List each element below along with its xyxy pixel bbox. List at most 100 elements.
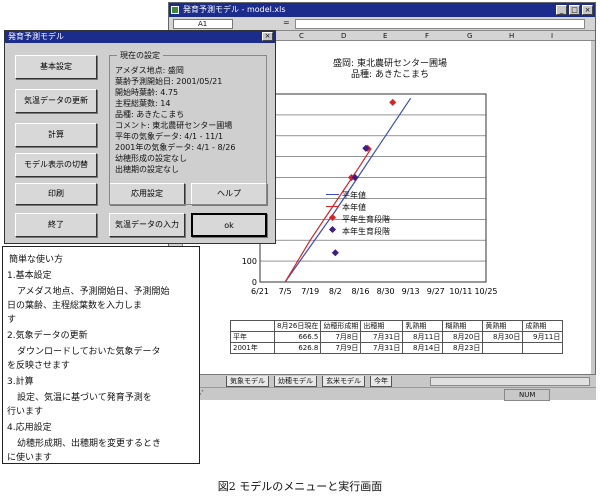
table-cell[interactable]: 7月9日 [320,342,362,354]
tab-this-year[interactable]: 今年 [370,376,392,387]
close-icon[interactable]: × [582,5,593,15]
table-cell[interactable]: 626.8 [273,342,322,354]
input-weather-button[interactable]: 気温データの入力 [109,213,185,237]
setting-start-date: 葉齢予測開始日: 2001/05/21 [115,77,223,86]
x-tick-label: 8/16 [351,287,369,296]
y-tick-label: 0 [252,278,257,287]
maximize-icon[interactable]: □ [569,5,580,15]
calculate-button[interactable]: 計算 [15,123,97,147]
table-header[interactable]: 糊熟期 [442,320,484,332]
name-box[interactable]: A1 [173,19,233,29]
table-header[interactable]: 乳熟期 [402,320,444,332]
table-header[interactable]: 幼穂形成期 [320,320,362,332]
legend-normal: 平年値 [342,191,366,200]
column-f[interactable]: F [425,31,429,41]
table-cell[interactable]: 7月8日 [320,331,362,343]
setting-variety: 品種: あきたこまち [115,110,185,119]
setting-comment: コメント: 東北農研センター圃場 [115,121,233,130]
table-row: 平年 666.5 7月8日 7月31日 8月11日 8月20日 8月30日 9月… [230,331,564,343]
model-dialog: 発育予測モデル × 基本設定 気温データの更新 計算 モデル表示の切替 印刷 応… [4,30,276,244]
column-i[interactable]: I [551,31,553,41]
table-cell[interactable]: 7月31日 [360,331,404,343]
x-tick-label: 7/19 [301,287,319,296]
help-line: ダウンロードしておいた気象データ [17,347,161,357]
help-line: す [7,315,17,325]
column-c[interactable]: C [299,31,304,41]
x-tick-label: 7/5 [279,287,292,296]
table-row: 8月26日現在 幼穂形成期 出穂期 乳熟期 糊熟期 黄熟期 成熟期 [230,320,564,332]
sheet-tabs: 気象モデル 幼穂モデル 玄米モデル 今年 [168,374,596,387]
table-header[interactable]: 出穂期 [360,320,404,332]
help-section-title: 2.気象データの更新 [7,331,88,341]
exit-button[interactable]: 終了 [15,213,97,237]
table-cell[interactable]: 8月11日 [402,331,444,343]
dialog-close-icon[interactable]: × [262,32,273,41]
help-line: に使います [7,453,53,463]
table-cell[interactable]: 8月30日 [482,331,524,343]
column-h[interactable]: H [509,31,514,41]
legend-marker-normal [328,213,337,222]
minimize-icon[interactable]: _ [556,5,567,15]
column-d[interactable]: D [341,31,346,41]
excel-title: 発育予測モデル - model.xls [183,5,286,14]
x-tick-label: 10/11 [449,287,472,296]
tab-rice-model[interactable]: 玄米モデル [322,376,365,387]
help-line: 日の葉齢、主程総葉数を入力しま [7,301,143,311]
table-header[interactable]: 成熟期 [522,320,564,332]
table-cell[interactable]: 666.5 [273,331,322,343]
chart-subtitle: 品種: あきたこまち [351,70,429,80]
formula-bar: A1 = [169,17,595,31]
usage-help-box: 簡単な使い方 1.基本設定 アメダス地点、予測開始日、予測開始 日の葉齢、主程総… [2,246,200,464]
table-cell[interactable] [482,342,524,354]
help-line: 行います [7,407,44,417]
table-cell[interactable]: 9月11日 [522,331,564,343]
legend-line-normal [326,194,339,195]
column-g[interactable]: G [467,31,472,41]
x-tick-label: 6/21 [251,287,269,296]
table-cell[interactable] [522,342,564,354]
table-header[interactable]: 8月26日現在 [273,320,322,332]
formula-input[interactable] [295,19,585,29]
horizontal-scrollbar[interactable] [430,377,590,386]
help-section-title: 1.基本設定 [7,271,52,281]
column-e[interactable]: E [383,31,387,41]
table-cell[interactable]: 8月20日 [442,331,484,343]
table-cell[interactable]: 8月23日 [442,342,484,354]
toggle-model-button[interactable]: モデル表示の切替 [15,153,97,177]
legend-normal-stage: 平年生育段階 [342,215,390,224]
update-weather-button[interactable]: 気温データの更新 [15,89,97,113]
setting-station: アメダス地点: 盛岡 [115,66,184,75]
x-tick-label: 9/13 [402,287,420,296]
tab-weather-model[interactable]: 気象モデル [226,376,269,387]
settings-group-title: 現在の設定 [117,50,163,61]
table-cell[interactable]: 7月31日 [360,342,404,354]
table-row: 2001年 626.8 7月9日 7月31日 8月14日 8月23日 [230,342,564,354]
ok-button[interactable]: ok [191,213,267,237]
dialog-titlebar: 発育予測モデル × [5,31,275,43]
table-cell[interactable]: 8月14日 [402,342,444,354]
chart-legend: 平年値 本年値 平年生育段階 本年生育段階 [320,188,424,238]
dialog-title: 発育予測モデル [8,32,64,41]
table-header[interactable]: 黄熟期 [482,320,524,332]
print-button[interactable]: 印刷 [15,183,97,205]
row-label[interactable]: 2001年 [230,342,275,354]
legend-current: 本年値 [342,203,366,212]
formula-equals[interactable]: = [283,18,290,27]
help-line: アメダス地点、予測開始日、予測開始 [17,287,170,297]
y-tick-label: 100 [242,257,257,266]
table-cell[interactable] [230,320,275,332]
x-tick-label: 10/25 [474,287,497,296]
excel-titlebar: 発育予測モデル - model.xls _ □ × [169,3,595,17]
basic-settings-button[interactable]: 基本設定 [15,55,97,79]
help-section-title: 3.計算 [7,377,34,387]
help-section-title: 4.応用設定 [7,423,52,433]
setting-start-leaf: 開始時葉齢: 4.75 [115,88,179,97]
excel-app-icon [171,6,179,14]
row-label[interactable]: 平年 [230,331,275,343]
setting-total-leaves: 主程総葉数: 14 [115,99,171,108]
x-tick-label: 8/2 [329,287,342,296]
legend-line-current [326,206,339,207]
tab-panicle-model[interactable]: 幼穂モデル [274,376,317,387]
setting-panicle: 幼穂形成の設定なし [115,154,187,163]
help-line: 設定、気温に基づいて発育予測を [17,393,152,403]
